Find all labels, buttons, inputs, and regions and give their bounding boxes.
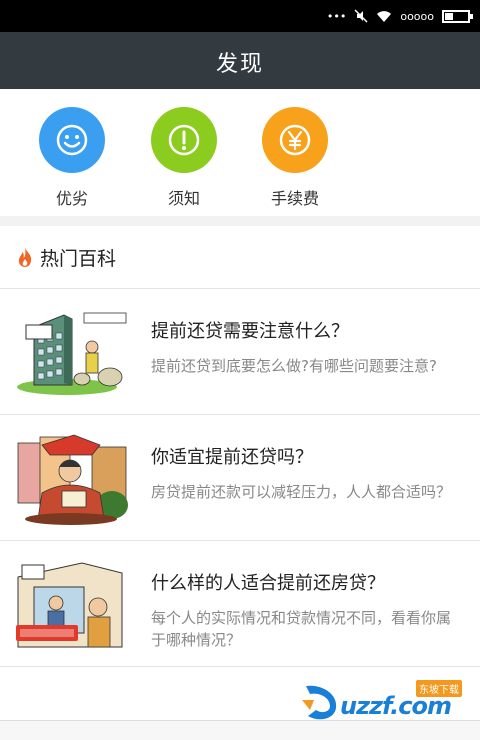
shortcut-row: 优劣 须知 手续费 xyxy=(0,89,480,216)
article-item[interactable]: 什么样的人适合提前还房贷？ 每个人的实际情况和贷款情况不同，看看你属于哪种情况？ xyxy=(0,541,480,667)
smile-icon xyxy=(39,107,105,173)
article-description: 提前还贷到底要怎么做?有哪些问题要注意? xyxy=(151,357,437,375)
exclamation-icon xyxy=(151,107,217,173)
watermark-badge: 东坡下载 xyxy=(416,680,462,697)
wifi-icon xyxy=(376,10,392,23)
shortcut-label: 优劣 xyxy=(55,189,88,208)
article-thumbnail xyxy=(12,433,130,525)
mute-icon xyxy=(354,9,368,23)
status-bar: ••• ooooo xyxy=(0,0,480,32)
article-title: 提前还贷需要注意什么？ xyxy=(151,321,349,342)
status-icons: ••• ooooo xyxy=(326,8,473,24)
article-description: 每个人的实际情况和贷款情况不同，看看你属于哪种情况？ xyxy=(151,609,452,649)
notification-dots: ••• xyxy=(326,9,347,23)
shortcut-fees[interactable]: 手续费 xyxy=(245,107,345,209)
shortcut-label: 须知 xyxy=(167,189,200,208)
signal-dots: ooooo xyxy=(400,9,434,23)
article-thumbnail xyxy=(12,307,130,399)
section-title: 热门百科 xyxy=(40,247,117,270)
page-title: 发现 xyxy=(215,52,264,77)
shortcut-pros-cons[interactable]: 优劣 xyxy=(22,107,122,209)
article-thumbnail xyxy=(12,559,130,651)
watermark: uzzf.com 东坡下载 xyxy=(300,680,475,722)
article-title: 什么样的人适合提前还房贷？ xyxy=(151,573,385,594)
bottom-nav xyxy=(0,720,480,740)
battery-icon xyxy=(442,9,473,23)
section-header: 热门百科 xyxy=(0,226,480,289)
flame-icon xyxy=(18,247,32,267)
article-description: 房贷提前还款可以减轻压力，人人都合适吗？ xyxy=(151,483,452,501)
title-bar: 发现 xyxy=(0,32,480,89)
article-title: 你适宜提前还贷吗？ xyxy=(151,447,313,468)
hot-encyclopedia-section: 热门百科 提前还贷需要注意什么？ 提前还贷到底要怎么做?有哪些问题要注意? 你适… xyxy=(0,226,480,720)
shortcut-notice[interactable]: 须知 xyxy=(134,107,234,209)
watermark-logo-icon xyxy=(302,685,337,720)
shortcut-label: 手续费 xyxy=(270,189,319,208)
yuan-icon xyxy=(262,107,328,173)
article-item[interactable]: 提前还贷需要注意什么？ 提前还贷到底要怎么做?有哪些问题要注意? xyxy=(0,289,480,415)
article-item[interactable]: 你适宜提前还贷吗？ 房贷提前还款可以减轻压力，人人都合适吗？ xyxy=(0,415,480,541)
